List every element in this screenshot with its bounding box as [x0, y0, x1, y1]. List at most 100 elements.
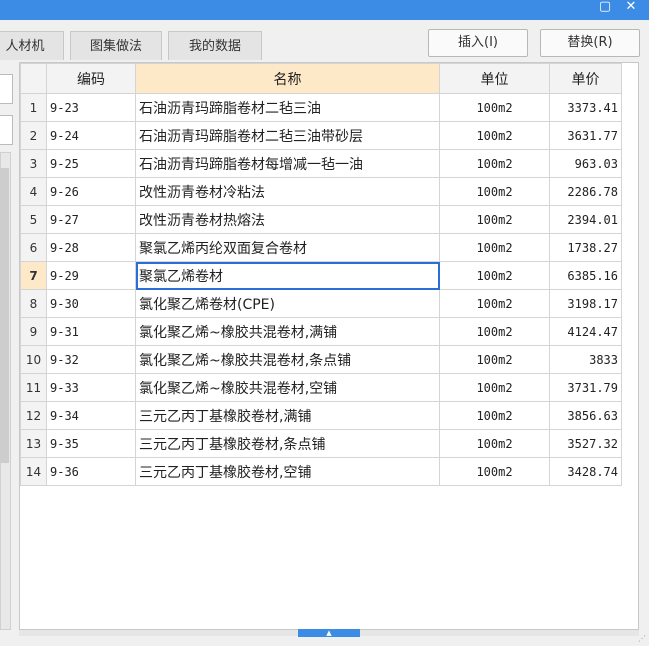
row-number[interactable]: 3 [20, 149, 47, 178]
row-number[interactable]: 12 [20, 401, 47, 430]
code-cell[interactable]: 9-29 [46, 261, 136, 290]
column-header-name[interactable]: 名称 [135, 63, 440, 94]
code-cell[interactable]: 9-33 [46, 373, 136, 402]
name-cell[interactable]: 石油沥青玛蹄脂卷材二毡三油 [135, 93, 440, 122]
table-row[interactable]: 5 9-27 改性沥青卷材热熔法 100m2 2394.01 [20, 205, 622, 234]
tab-atlas-methods[interactable]: 图集做法 [70, 31, 162, 60]
table-row[interactable]: 12 9-34 三元乙丙丁基橡胶卷材,满铺 100m2 3856.63 [20, 401, 622, 430]
code-cell[interactable]: 9-23 [46, 93, 136, 122]
name-cell[interactable]: 氯化聚乙烯~橡胶共混卷材,条点铺 [135, 345, 440, 374]
row-number[interactable]: 9 [20, 317, 47, 346]
column-header-code[interactable]: 编码 [46, 63, 136, 94]
unit-cell[interactable]: 100m2 [439, 345, 550, 374]
code-cell[interactable]: 9-35 [46, 429, 136, 458]
resize-grip-icon[interactable]: ⋰ [638, 635, 646, 643]
code-cell[interactable]: 9-25 [46, 149, 136, 178]
replace-button[interactable]: 替换(R) [540, 29, 640, 57]
price-cell[interactable]: 3833 [549, 345, 622, 374]
name-cell[interactable]: 聚氯乙烯卷材 [135, 261, 440, 290]
unit-cell[interactable]: 100m2 [439, 457, 550, 486]
table-row[interactable]: 10 9-32 氯化聚乙烯~橡胶共混卷材,条点铺 100m2 3833 [20, 345, 622, 374]
name-cell[interactable]: 氯化聚乙烯卷材(CPE) [135, 289, 440, 318]
row-number[interactable]: 11 [20, 373, 47, 402]
name-cell[interactable]: 三元乙丙丁基橡胶卷材,空铺 [135, 457, 440, 486]
column-header-price[interactable]: 单价 [549, 63, 622, 94]
price-cell[interactable]: 3198.17 [549, 289, 622, 318]
name-cell[interactable]: 聚氯乙烯丙纶双面复合卷材 [135, 233, 440, 262]
left-scrollbar-thumb[interactable] [0, 168, 9, 463]
table-row[interactable]: 13 9-35 三元乙丙丁基橡胶卷材,条点铺 100m2 3527.32 [20, 429, 622, 458]
price-cell[interactable]: 3373.41 [549, 93, 622, 122]
price-cell[interactable]: 2394.01 [549, 205, 622, 234]
code-cell[interactable]: 9-28 [46, 233, 136, 262]
price-cell[interactable]: 3731.79 [549, 373, 622, 402]
table-row[interactable]: 1 9-23 石油沥青玛蹄脂卷材二毡三油 100m2 3373.41 [20, 93, 622, 122]
code-cell[interactable]: 9-31 [46, 317, 136, 346]
row-number[interactable]: 1 [20, 93, 47, 122]
price-cell[interactable]: 1738.27 [549, 233, 622, 262]
unit-cell[interactable]: 100m2 [439, 149, 550, 178]
code-cell[interactable]: 9-24 [46, 121, 136, 150]
scroll-up-icon[interactable]: ▲ [298, 629, 360, 637]
maximize-icon[interactable]: ▢ [596, 0, 614, 20]
unit-cell[interactable]: 100m2 [439, 261, 550, 290]
name-cell[interactable]: 氯化聚乙烯~橡胶共混卷材,空铺 [135, 373, 440, 402]
code-cell[interactable]: 9-27 [46, 205, 136, 234]
left-dropdown[interactable] [0, 74, 13, 104]
table-row[interactable]: 9 9-31 氯化聚乙烯~橡胶共混卷材,满铺 100m2 4124.47 [20, 317, 622, 346]
price-cell[interactable]: 6385.16 [549, 261, 622, 290]
row-number[interactable]: 14 [20, 457, 47, 486]
price-cell[interactable]: 963.03 [549, 149, 622, 178]
unit-cell[interactable]: 100m2 [439, 429, 550, 458]
table-row[interactable]: 4 9-26 改性沥青卷材冷粘法 100m2 2286.78 [20, 177, 622, 206]
insert-button[interactable]: 插入(I) [428, 29, 528, 57]
row-number[interactable]: 8 [20, 289, 47, 318]
name-cell[interactable]: 三元乙丙丁基橡胶卷材,满铺 [135, 401, 440, 430]
table-row[interactable]: 11 9-33 氯化聚乙烯~橡胶共混卷材,空铺 100m2 3731.79 [20, 373, 622, 402]
table-row[interactable]: 7 9-29 聚氯乙烯卷材 100m2 6385.16 [20, 261, 622, 290]
tab-materials[interactable]: 人材机 [0, 31, 64, 60]
name-cell[interactable]: 石油沥青玛蹄脂卷材二毡三油带砂层 [135, 121, 440, 150]
left-input[interactable] [0, 115, 13, 145]
name-cell[interactable]: 改性沥青卷材热熔法 [135, 205, 440, 234]
unit-cell[interactable]: 100m2 [439, 177, 550, 206]
table-row[interactable]: 3 9-25 石油沥青玛蹄脂卷材每增减一毡一油 100m2 963.03 [20, 149, 622, 178]
unit-cell[interactable]: 100m2 [439, 373, 550, 402]
row-number[interactable]: 5 [20, 205, 47, 234]
price-cell[interactable]: 3631.77 [549, 121, 622, 150]
price-cell[interactable]: 3856.63 [549, 401, 622, 430]
code-cell[interactable]: 9-36 [46, 457, 136, 486]
price-cell[interactable]: 4124.47 [549, 317, 622, 346]
name-cell[interactable]: 三元乙丙丁基橡胶卷材,条点铺 [135, 429, 440, 458]
table-row[interactable]: 2 9-24 石油沥青玛蹄脂卷材二毡三油带砂层 100m2 3631.77 [20, 121, 622, 150]
code-cell[interactable]: 9-34 [46, 401, 136, 430]
table-row[interactable]: 14 9-36 三元乙丙丁基橡胶卷材,空铺 100m2 3428.74 [20, 457, 622, 486]
row-number[interactable]: 2 [20, 121, 47, 150]
row-number[interactable]: 10 [20, 345, 47, 374]
unit-cell[interactable]: 100m2 [439, 93, 550, 122]
unit-cell[interactable]: 100m2 [439, 121, 550, 150]
close-icon[interactable]: ✕ [622, 0, 640, 20]
unit-cell[interactable]: 100m2 [439, 401, 550, 430]
name-cell[interactable]: 石油沥青玛蹄脂卷材每增减一毡一油 [135, 149, 440, 178]
price-cell[interactable]: 2286.78 [549, 177, 622, 206]
table-row[interactable]: 6 9-28 聚氯乙烯丙纶双面复合卷材 100m2 1738.27 [20, 233, 622, 262]
row-number[interactable]: 6 [20, 233, 47, 262]
code-cell[interactable]: 9-30 [46, 289, 136, 318]
unit-cell[interactable]: 100m2 [439, 233, 550, 262]
code-cell[interactable]: 9-32 [46, 345, 136, 374]
row-number[interactable]: 7 [20, 261, 47, 290]
name-cell[interactable]: 改性沥青卷材冷粘法 [135, 177, 440, 206]
unit-cell[interactable]: 100m2 [439, 317, 550, 346]
row-number[interactable]: 4 [20, 177, 47, 206]
table-row[interactable]: 8 9-30 氯化聚乙烯卷材(CPE) 100m2 3198.17 [20, 289, 622, 318]
unit-cell[interactable]: 100m2 [439, 289, 550, 318]
column-header-unit[interactable]: 单位 [439, 63, 550, 94]
tab-my-data[interactable]: 我的数据 [168, 31, 262, 60]
name-cell[interactable]: 氯化聚乙烯~橡胶共混卷材,满铺 [135, 317, 440, 346]
unit-cell[interactable]: 100m2 [439, 205, 550, 234]
code-cell[interactable]: 9-26 [46, 177, 136, 206]
price-cell[interactable]: 3527.32 [549, 429, 622, 458]
price-cell[interactable]: 3428.74 [549, 457, 622, 486]
row-number[interactable]: 13 [20, 429, 47, 458]
